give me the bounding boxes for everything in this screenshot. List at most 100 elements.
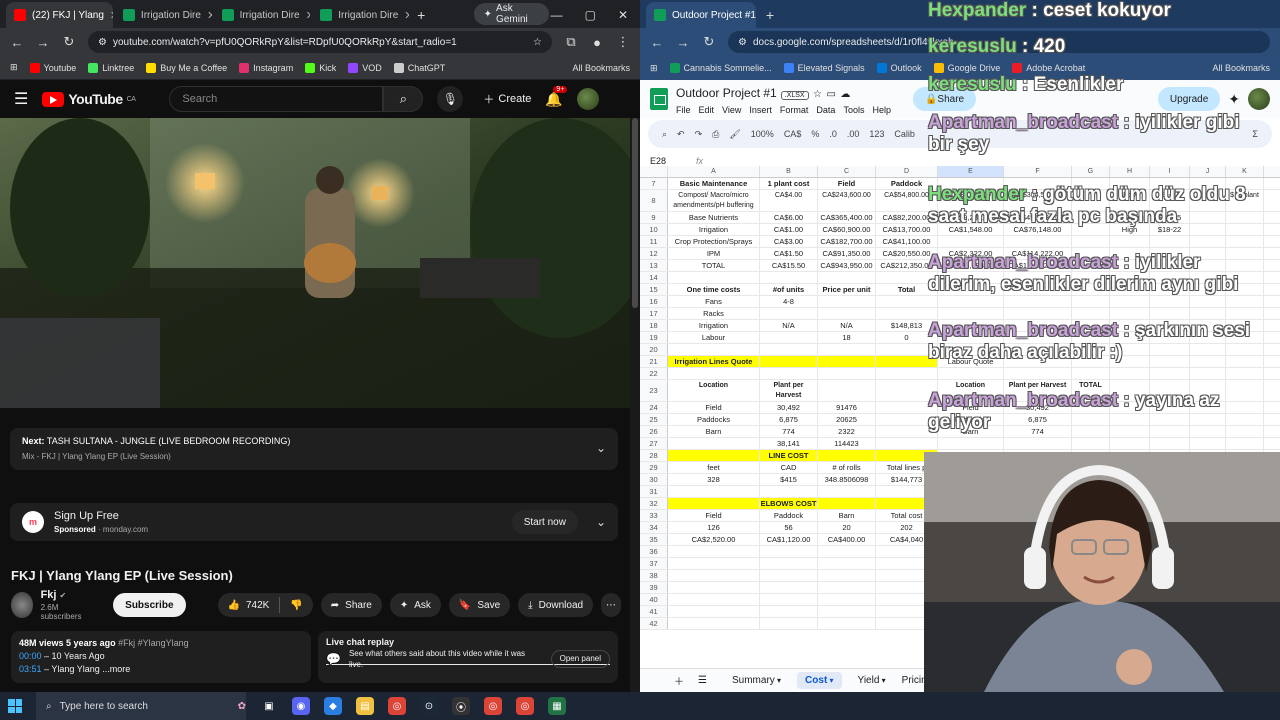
chevron-down-icon[interactable]: ⌄ bbox=[596, 515, 606, 529]
table-cell[interactable]: CA$4.00 bbox=[760, 190, 818, 211]
chrome-icon[interactable]: ◎ bbox=[484, 697, 502, 715]
forward-icon[interactable]: → bbox=[36, 35, 50, 50]
table-cell[interactable] bbox=[760, 594, 818, 605]
row-number[interactable]: 34 bbox=[640, 522, 668, 533]
row-number[interactable]: 36 bbox=[640, 546, 668, 557]
extensions-icon[interactable]: ⧉ bbox=[564, 34, 578, 50]
zoom-select[interactable]: 100% bbox=[751, 129, 774, 139]
row-number[interactable]: 30 bbox=[640, 474, 668, 485]
user-avatar[interactable] bbox=[576, 88, 599, 110]
table-cell[interactable] bbox=[818, 380, 876, 401]
redo-icon[interactable]: ↷ bbox=[695, 129, 703, 140]
row-number[interactable]: 21 bbox=[640, 356, 668, 367]
table-cell[interactable]: 348.8506098 bbox=[818, 474, 876, 485]
address-bar[interactable]: ⚙ youtube.com/watch?v=pfU0QORkRpY&list=R… bbox=[88, 31, 552, 53]
bookmark-star-icon[interactable]: ☆ bbox=[533, 37, 542, 48]
chevron-down-icon[interactable]: ▾ bbox=[775, 676, 781, 685]
table-cell[interactable]: 4-8 bbox=[760, 296, 818, 307]
table-cell[interactable]: Racks bbox=[668, 308, 760, 319]
table-cell[interactable] bbox=[760, 570, 818, 581]
table-cell[interactable]: One time costs bbox=[668, 284, 760, 295]
menu-item-view[interactable]: View bbox=[722, 105, 741, 115]
browser-tab[interactable]: Irrigation Dire ✕ bbox=[312, 2, 409, 28]
table-cell[interactable] bbox=[668, 486, 760, 497]
timestamp-link[interactable]: 03:51 bbox=[19, 664, 42, 674]
row-number[interactable]: 23 bbox=[640, 380, 668, 401]
table-cell[interactable] bbox=[818, 594, 876, 605]
thumbs-up-icon[interactable]: 👍 bbox=[228, 600, 240, 611]
table-cell[interactable] bbox=[818, 606, 876, 617]
select-all-corner[interactable] bbox=[640, 166, 668, 177]
table-cell[interactable]: feet bbox=[668, 462, 760, 473]
row-number[interactable]: 42 bbox=[640, 618, 668, 629]
table-cell[interactable]: #of units bbox=[760, 284, 818, 295]
subscribe-button[interactable]: Subscribe bbox=[113, 593, 186, 617]
table-cell[interactable]: ELBOWS COST bbox=[760, 498, 818, 509]
row-number[interactable]: 12 bbox=[640, 248, 668, 259]
row-number[interactable]: 7 bbox=[640, 178, 668, 189]
row-number[interactable]: 24 bbox=[640, 402, 668, 413]
table-cell[interactable] bbox=[818, 582, 876, 593]
table-cell[interactable] bbox=[818, 356, 876, 367]
table-cell[interactable]: CA$15.50 bbox=[760, 260, 818, 271]
profile-icon[interactable]: ● bbox=[590, 35, 604, 50]
tab-summary[interactable]: Summary ▾ bbox=[732, 675, 781, 686]
table-cell[interactable]: Basic Maintenance bbox=[668, 178, 760, 189]
table-cell[interactable]: CA$1.00 bbox=[760, 224, 818, 235]
row-number[interactable]: 27 bbox=[640, 438, 668, 449]
table-cell[interactable]: 91476 bbox=[818, 402, 876, 413]
video-player[interactable] bbox=[0, 118, 630, 408]
table-cell[interactable]: Fans bbox=[668, 296, 760, 307]
tab-outdoor-project[interactable]: Outdoor Project #1.xlsx - Goog ✕ bbox=[646, 2, 756, 28]
all-sheets-icon[interactable]: ☰ bbox=[698, 675, 707, 686]
timestamp-link[interactable]: 00:00 bbox=[19, 651, 42, 661]
row-number[interactable]: 16 bbox=[640, 296, 668, 307]
menu-item-edit[interactable]: Edit bbox=[699, 105, 715, 115]
bookmark-item[interactable]: Linktree bbox=[88, 62, 134, 73]
row-number[interactable]: 8 bbox=[640, 190, 668, 211]
taskbar-search-input[interactable]: ⌕ Type here to search ✿ bbox=[36, 692, 246, 720]
table-cell[interactable]: N/A bbox=[818, 320, 876, 331]
notifications-bell-icon[interactable]: 🔔 9+ bbox=[545, 85, 568, 108]
table-cell[interactable] bbox=[818, 296, 876, 307]
row-number[interactable]: 26 bbox=[640, 426, 668, 437]
table-cell[interactable] bbox=[668, 438, 760, 449]
table-cell[interactable]: Plant per Harvest bbox=[760, 380, 818, 401]
name-box[interactable]: E28 bbox=[650, 156, 666, 166]
bookmark-item[interactable]: Buy Me a Coffee bbox=[146, 62, 227, 73]
column-header-a[interactable]: A bbox=[668, 166, 760, 177]
row-number[interactable]: 28 bbox=[640, 450, 668, 461]
row-number[interactable]: 37 bbox=[640, 558, 668, 569]
row-number[interactable]: 11 bbox=[640, 236, 668, 247]
bookmark-item[interactable]: Cannabis Sommelie... bbox=[669, 63, 772, 73]
table-cell[interactable] bbox=[668, 546, 760, 557]
increase-decimal-button[interactable]: .00 bbox=[847, 129, 860, 139]
windows-start-icon[interactable] bbox=[8, 699, 22, 713]
site-info-icon[interactable]: ⚙ bbox=[98, 37, 107, 48]
table-cell[interactable]: Base Nutrients bbox=[668, 212, 760, 223]
table-cell[interactable] bbox=[760, 368, 818, 379]
row-number[interactable]: 40 bbox=[640, 594, 668, 605]
table-cell[interactable] bbox=[760, 546, 818, 557]
app-icon[interactable]: ◆ bbox=[324, 697, 342, 715]
maximize-icon[interactable]: ▢ bbox=[585, 8, 596, 22]
row-number[interactable]: 25 bbox=[640, 414, 668, 425]
table-cell[interactable] bbox=[760, 272, 818, 283]
table-cell[interactable] bbox=[668, 582, 760, 593]
table-cell[interactable] bbox=[818, 618, 876, 629]
star-icon[interactable]: ☆ bbox=[813, 89, 822, 100]
currency-format-button[interactable]: CA$ bbox=[784, 129, 802, 139]
up-next-panel[interactable]: Next: TASH SULTANA - JUNGLE (LIVE BEDROO… bbox=[10, 428, 618, 470]
undo-icon[interactable]: ↶ bbox=[677, 129, 685, 140]
table-cell[interactable]: 126 bbox=[668, 522, 760, 533]
download-button[interactable]: ⤓ Download bbox=[518, 593, 594, 617]
table-cell[interactable] bbox=[668, 450, 760, 461]
bookmark-item[interactable]: Elevated Signals bbox=[783, 63, 865, 73]
table-cell[interactable]: Price per unit bbox=[818, 284, 876, 295]
microphone-icon[interactable]: 🎙 bbox=[437, 86, 464, 112]
menu-item-tools[interactable]: Tools bbox=[843, 105, 864, 115]
reload-icon[interactable]: ↻ bbox=[62, 34, 76, 50]
table-cell[interactable]: Irrigation Lines Quote bbox=[668, 356, 760, 367]
bookmark-item[interactable]: Outlook bbox=[876, 63, 922, 73]
hamburger-menu-icon[interactable]: ☰ bbox=[14, 89, 28, 109]
